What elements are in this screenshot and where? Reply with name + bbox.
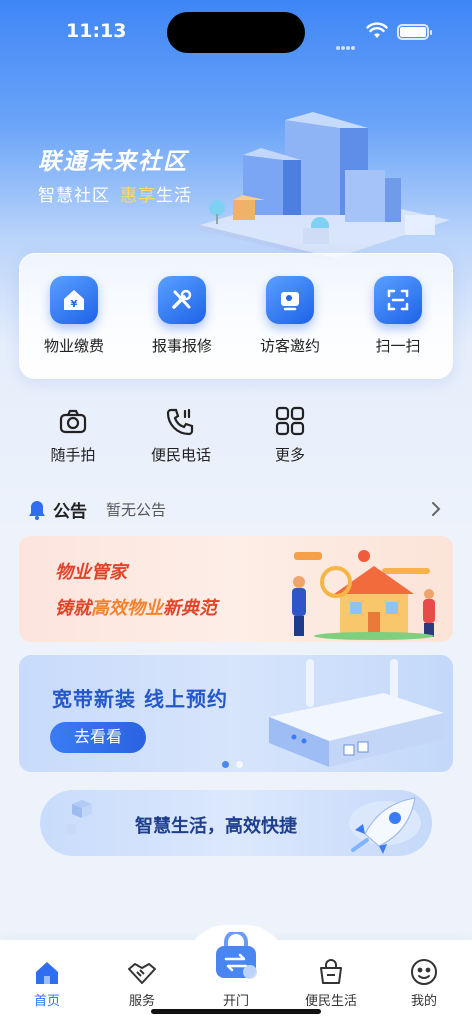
payment-icon: ¥ — [50, 276, 98, 324]
signal-icon — [336, 35, 358, 50]
notice-tag: 公告 — [53, 502, 87, 522]
carousel-dots — [222, 753, 250, 772]
bell-icon — [29, 501, 45, 520]
wifi-icon — [366, 22, 388, 38]
svg-text:¥: ¥ — [71, 299, 78, 310]
banner-text: 智慧生活，高效快捷 — [135, 816, 297, 837]
broadband-banner[interactable]: 宽带新装 线上预约 去看看 — [19, 655, 453, 772]
tab-label: 开门 — [222, 994, 249, 1009]
banner-line2: 铸就高效物业新典范 — [55, 594, 217, 620]
city-buildings-illustration — [200, 112, 450, 260]
tab-label: 我的 — [410, 994, 437, 1009]
dynamic-island — [167, 12, 305, 53]
hero-subtitle-pre: 智慧社区 — [38, 186, 110, 206]
tab-service[interactable]: 服务 — [104, 956, 180, 1009]
service-label: 扫一扫 — [375, 337, 421, 355]
tab-open-door[interactable]: 开门 — [198, 960, 274, 1009]
service-visitor[interactable]: 访客邀约 — [245, 276, 335, 356]
cube-decoration-icon — [66, 800, 92, 834]
banner-line2-highlight: 高效物业 — [91, 598, 163, 619]
repair-tools-icon — [158, 276, 206, 324]
service-card: ¥ 物业缴费 报事报修 访客邀约 扫一扫 — [19, 253, 453, 379]
property-manager-banner[interactable]: 物业管家 铸就高效物业新典范 — [19, 536, 453, 642]
status-time: 11:13 — [66, 20, 127, 42]
tab-label: 服务 — [128, 994, 155, 1009]
house-illustration — [292, 550, 435, 640]
home-icon — [9, 956, 85, 986]
banner-line2-post: 新典范 — [163, 598, 217, 619]
battery-icon — [397, 24, 432, 40]
service-label: 报事报修 — [151, 337, 212, 355]
tab-label: 便民生活 — [304, 994, 357, 1009]
banner-line1: 物业管家 — [55, 562, 127, 583]
handshake-icon — [104, 956, 180, 986]
service-label: 物业缴费 — [43, 337, 104, 355]
tab-convenience[interactable]: 便民生活 — [293, 956, 369, 1009]
rocket-illustration — [349, 797, 421, 854]
shortcut-label: 随手拍 — [50, 446, 96, 464]
home-indicator — [151, 1009, 321, 1014]
service-repair[interactable]: 报事报修 — [137, 276, 227, 356]
smile-face-icon — [386, 956, 462, 986]
tab-home[interactable]: 首页 — [9, 956, 85, 1009]
visitor-icon — [266, 276, 314, 324]
smart-life-banner[interactable]: 智慧生活，高效快捷 — [40, 790, 432, 856]
hero-subtitle-post: 生活 — [156, 186, 192, 206]
hero-subtitle-highlight: 惠享 — [120, 186, 156, 206]
hero-subtitle: 智慧社区 惠享生活 — [38, 181, 192, 206]
tab-label: 首页 — [33, 994, 60, 1009]
hero-title: 联通未来社区 — [38, 149, 188, 175]
scan-icon — [374, 276, 422, 324]
notice-text: 暂无公告 — [106, 501, 167, 519]
phone-icon — [141, 404, 221, 438]
shortcut-label: 更多 — [274, 446, 305, 464]
banner-title: 宽带新装 线上预约 — [52, 687, 228, 711]
chevron-right-icon — [432, 502, 441, 516]
tab-mine[interactable]: 我的 — [386, 956, 462, 1009]
service-property-fee[interactable]: ¥ 物业缴费 — [29, 276, 119, 356]
notice-bar[interactable]: 公告 暂无公告 — [26, 497, 446, 522]
service-scan[interactable]: 扫一扫 — [353, 276, 443, 356]
shortcut-snapshot[interactable]: 随手拍 — [33, 404, 113, 465]
router-illustration — [269, 659, 444, 767]
shortcut-more[interactable]: 更多 — [250, 404, 330, 465]
banner-line2-pre: 铸就 — [55, 598, 91, 619]
camera-icon — [33, 404, 113, 438]
shopping-bag-icon — [293, 956, 369, 986]
grid-more-icon — [250, 404, 330, 438]
service-label: 访客邀约 — [259, 337, 320, 355]
status-bar: 11:13 — [0, 0, 472, 64]
view-button[interactable]: 去看看 — [50, 722, 146, 753]
shortcut-label: 便民电话 — [150, 446, 211, 464]
shortcut-phone[interactable]: 便民电话 — [141, 404, 221, 465]
